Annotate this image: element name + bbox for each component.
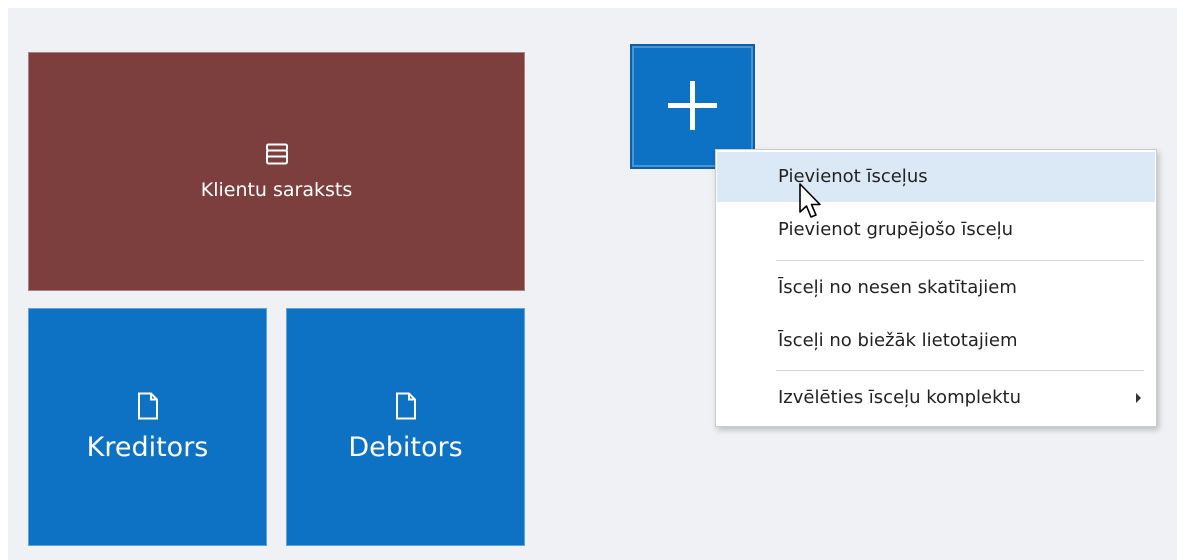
menu-item-recent-shortcuts[interactable]: Īsceļi no nesen skatītajiem xyxy=(717,263,1155,313)
debtors-tile[interactable]: Debitors xyxy=(286,308,525,546)
document-icon xyxy=(395,392,416,419)
add-shortcut-context-menu: Pievienot īsceļus Pievienot grupējošo īs… xyxy=(715,149,1157,427)
creditors-label: Kreditors xyxy=(86,431,209,463)
menu-item-choose-shortcut-set-label: Izvēlēties īsceļu komplektu xyxy=(778,387,1021,408)
menu-item-add-shortcuts[interactable]: Pievienot īsceļus xyxy=(717,152,1155,202)
document-icon xyxy=(137,392,158,419)
menu-separator xyxy=(776,260,1144,261)
menu-item-add-group-shortcut[interactable]: Pievienot grupējošo īsceļu xyxy=(717,205,1155,255)
creditors-tile[interactable]: Kreditors xyxy=(28,308,267,546)
menu-item-frequent-shortcuts[interactable]: Īsceļi no biežāk lietotajiem xyxy=(717,316,1155,366)
menu-item-choose-shortcut-set[interactable]: Izvēlēties īsceļu komplektu xyxy=(717,373,1155,423)
clients-list-label: Klientu saraksts xyxy=(200,178,353,201)
archive-box-icon xyxy=(265,143,288,164)
submenu-arrow-icon xyxy=(1136,393,1141,403)
debtors-label: Debitors xyxy=(348,431,463,463)
clients-list-tile[interactable]: Klientu saraksts xyxy=(28,52,525,291)
menu-separator xyxy=(776,370,1144,371)
